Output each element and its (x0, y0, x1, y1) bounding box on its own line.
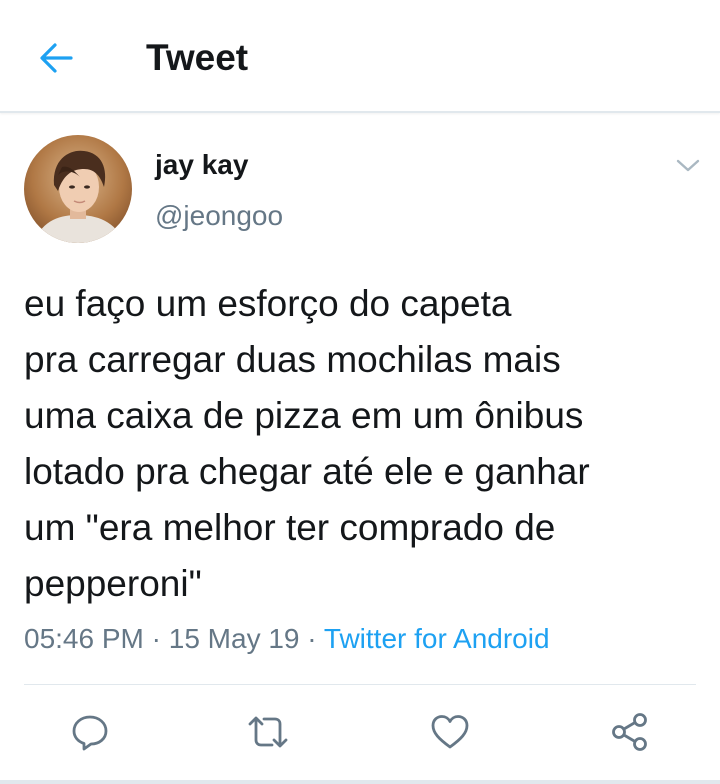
author-display-name[interactable]: jay kay (155, 148, 248, 182)
divider (24, 684, 696, 685)
author-handle[interactable]: @jeongoo (155, 199, 283, 233)
tweet-source-link[interactable]: Twitter for Android (324, 623, 550, 654)
bottom-divider (0, 780, 720, 784)
tweet-meta: 05:46 PM · 15 May 19 · Twitter for Andro… (24, 621, 550, 657)
avatar[interactable] (24, 135, 132, 243)
share-button[interactable] (606, 708, 654, 756)
chevron-down-icon (676, 159, 700, 172)
share-icon (612, 713, 647, 751)
reply-button[interactable] (66, 708, 114, 756)
meta-separator: · (151, 623, 161, 654)
tweet-date: 15 May 19 (168, 623, 300, 654)
like-button[interactable] (426, 708, 474, 756)
heart-icon (431, 715, 469, 749)
meta-separator: · (307, 623, 317, 654)
back-button[interactable] (30, 32, 82, 84)
arrow-left-icon (40, 43, 73, 73)
tweet-text: eu faço um esforço do capeta pra carrega… (24, 283, 590, 604)
retweet-icon (248, 716, 288, 748)
page-title: Tweet (146, 37, 249, 78)
tweet-time: 05:46 PM (24, 623, 144, 654)
retweet-button[interactable] (244, 708, 292, 756)
avatar-image (24, 135, 132, 243)
top-app-bar: Tweet (0, 0, 720, 113)
tweet-menu-button[interactable] (672, 150, 704, 182)
reply-icon (72, 715, 108, 751)
